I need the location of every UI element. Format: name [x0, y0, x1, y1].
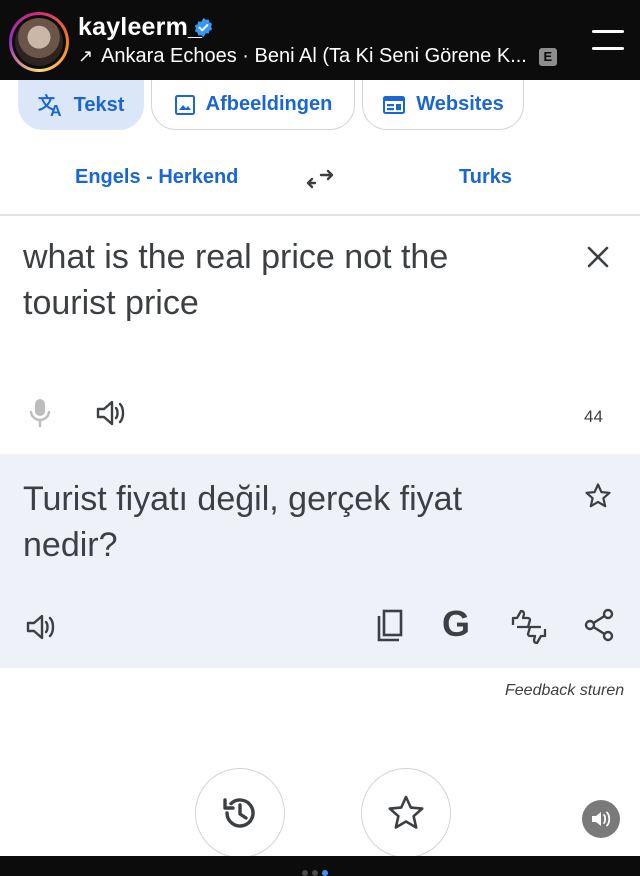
tab-text[interactable]: 文A Tekst [18, 80, 144, 130]
avatar[interactable] [9, 12, 69, 72]
swap-languages-icon[interactable] [303, 164, 337, 194]
volume-toggle-button[interactable] [582, 800, 620, 838]
source-text-input[interactable]: what is the real price not the tourist p… [23, 234, 543, 326]
username[interactable]: kayleerm_ [78, 13, 202, 42]
save-star-icon[interactable] [584, 482, 612, 510]
translation-text: Turist fiyatı değil, gerçek fiyat nedir? [23, 480, 463, 564]
rate-translation-icon[interactable] [509, 609, 549, 645]
arrow-up-right-icon: ↗ [78, 46, 94, 66]
story-header: kayleerm_ ↗ Ankara Echoes · Beni Al (Ta … [0, 0, 640, 80]
history-icon [223, 798, 255, 828]
explicit-badge: E [538, 47, 557, 66]
history-button[interactable] [195, 768, 285, 858]
character-count: 44 [584, 407, 603, 426]
source-language-button[interactable]: Engels - Herkend [75, 166, 238, 189]
share-icon[interactable] [584, 608, 614, 642]
menu-icon[interactable] [592, 28, 624, 52]
image-icon [174, 94, 196, 116]
close-icon[interactable] [585, 244, 611, 270]
saved-button[interactable] [361, 768, 451, 858]
web-icon [382, 94, 406, 116]
story-progress-dots [300, 870, 340, 876]
tab-label: Websites [416, 93, 504, 115]
microphone-icon[interactable] [29, 397, 51, 429]
send-feedback-link[interactable]: Feedback sturen [505, 682, 624, 700]
verified-badge-icon [194, 17, 213, 38]
translate-icon: 文A [38, 93, 64, 117]
translation-panel: Turist fiyatı değil, gerçek fiyat nedir?… [0, 454, 640, 668]
music-attribution[interactable]: ↗ Ankara Echoes · Beni Al (Ta Ki Seni Gö… [78, 45, 557, 68]
tab-images[interactable]: Afbeeldingen [151, 80, 355, 130]
music-title: Ankara Echoes · Beni Al (Ta Ki Seni Göre… [101, 45, 527, 67]
tab-label: Afbeeldingen [205, 93, 333, 115]
divider [0, 214, 640, 216]
tab-websites[interactable]: Websites [362, 80, 524, 130]
copy-icon[interactable] [376, 609, 404, 643]
volume-icon [592, 811, 611, 827]
target-language-button[interactable]: Turks [459, 166, 512, 189]
screen: kayleerm_ ↗ Ankara Echoes · Beni Al (Ta … [0, 0, 640, 876]
google-search-icon[interactable]: G [442, 604, 478, 644]
listen-source-icon[interactable] [95, 398, 127, 428]
svg-text:A: A [50, 103, 62, 117]
listen-translation-icon[interactable] [25, 612, 57, 642]
star-icon [388, 795, 424, 829]
tab-label: Tekst [73, 93, 125, 116]
